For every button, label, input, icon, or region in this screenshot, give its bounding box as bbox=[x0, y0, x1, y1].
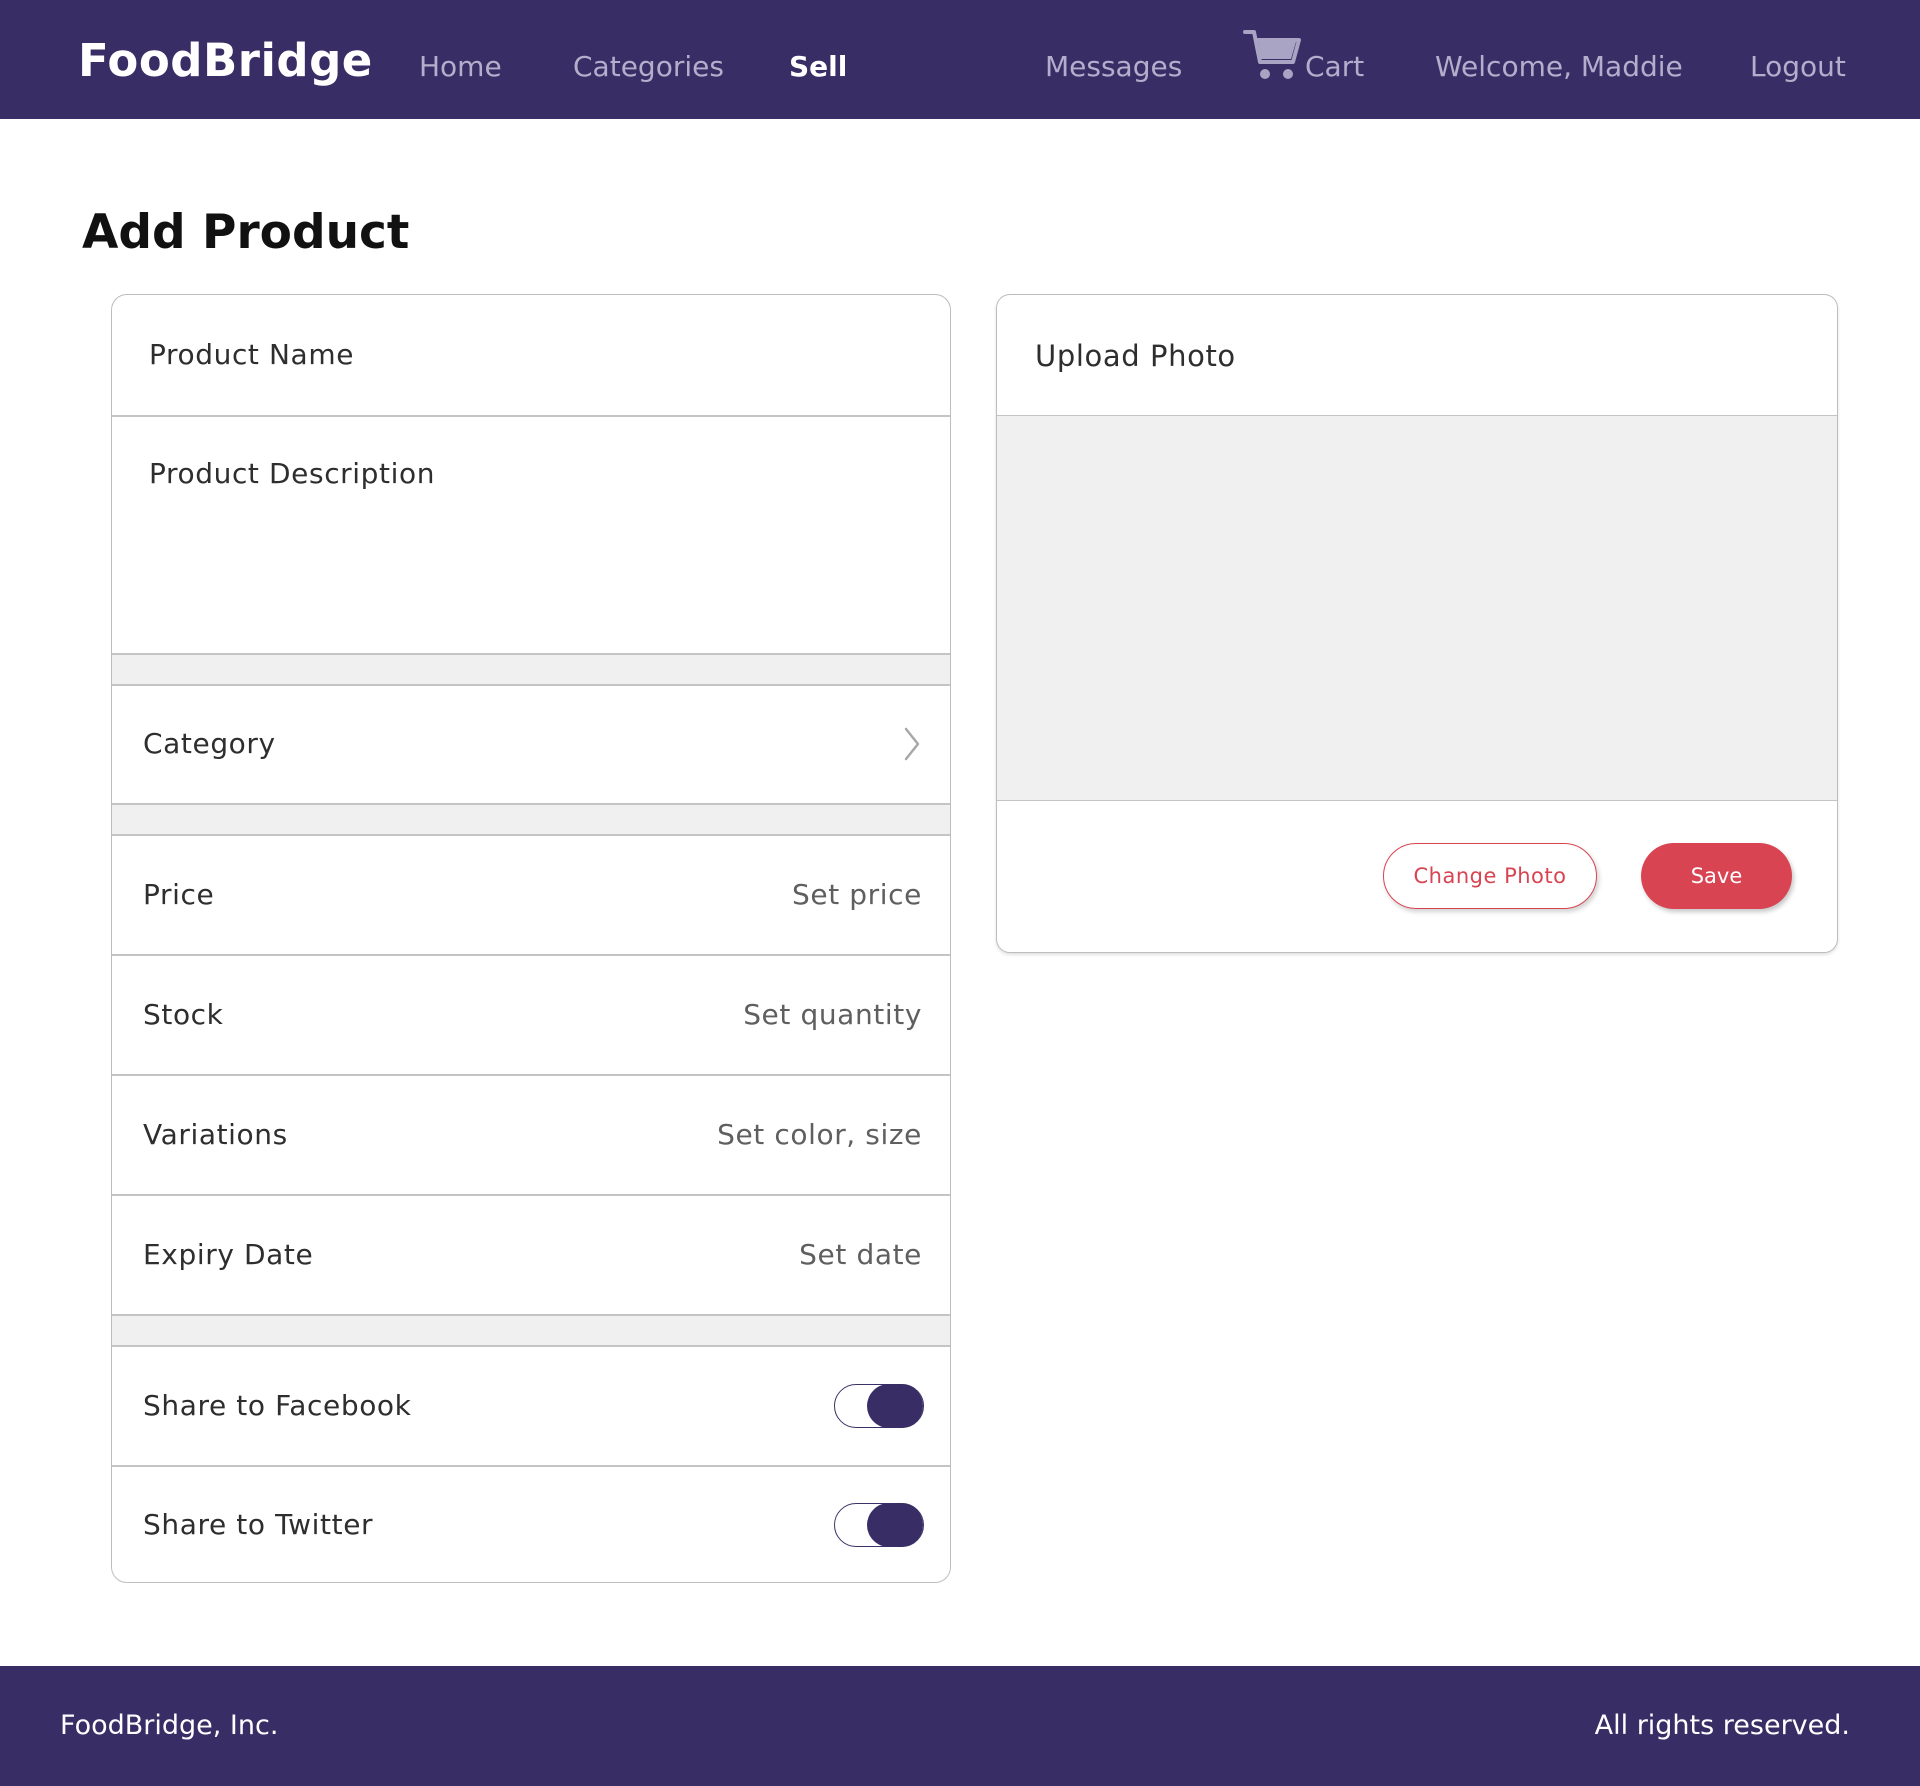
share-twitter-label: Share to Twitter bbox=[143, 1508, 374, 1541]
nav-categories[interactable]: Categories bbox=[573, 50, 724, 83]
category-label: Category bbox=[143, 727, 276, 760]
price-input[interactable]: Set price bbox=[792, 878, 922, 911]
footer-rights: All rights reserved. bbox=[1594, 1710, 1850, 1741]
variations-label: Variations bbox=[143, 1118, 288, 1151]
price-label: Price bbox=[143, 878, 215, 911]
nav-messages[interactable]: Messages bbox=[1045, 50, 1182, 83]
category-selector[interactable]: Category bbox=[112, 686, 950, 803]
toggle-knob bbox=[867, 1383, 923, 1428]
section-spacer bbox=[112, 1316, 950, 1346]
nav-welcome-user[interactable]: Welcome, Maddie bbox=[1435, 50, 1683, 83]
save-button[interactable]: Save bbox=[1641, 843, 1792, 909]
nav-sell[interactable]: Sell bbox=[789, 50, 847, 83]
shopping-cart-icon[interactable] bbox=[1243, 28, 1301, 82]
chevron-right-icon bbox=[904, 727, 920, 761]
top-nav-bar: FoodBridge Home Categories Sell Messages… bbox=[0, 0, 1920, 119]
nav-logout[interactable]: Logout bbox=[1750, 50, 1846, 83]
section-spacer bbox=[112, 655, 950, 685]
stock-input[interactable]: Set quantity bbox=[743, 998, 922, 1031]
share-twitter-row: Share to Twitter bbox=[112, 1467, 950, 1582]
variations-input[interactable]: Set color, size bbox=[717, 1118, 922, 1151]
nav-cart[interactable]: Cart bbox=[1305, 50, 1364, 83]
expiry-date-input[interactable]: Set date bbox=[799, 1238, 922, 1271]
nav-home[interactable]: Home bbox=[419, 50, 502, 83]
share-facebook-row: Share to Facebook bbox=[112, 1347, 950, 1465]
expiry-date-label: Expiry Date bbox=[143, 1238, 314, 1271]
change-photo-button[interactable]: Change Photo bbox=[1383, 843, 1597, 909]
toggle-knob bbox=[867, 1502, 923, 1547]
page-title: Add Product bbox=[82, 205, 410, 260]
variations-row[interactable]: Variations Set color, size bbox=[112, 1076, 950, 1194]
section-spacer bbox=[112, 805, 950, 835]
product-name-field[interactable]: Product Name bbox=[112, 295, 950, 415]
product-form-card: Product Name Product Description Categor… bbox=[111, 294, 951, 1583]
product-description-field[interactable]: Product Description bbox=[112, 417, 950, 653]
price-row[interactable]: Price Set price bbox=[112, 836, 950, 954]
product-description-placeholder: Product Description bbox=[149, 457, 436, 490]
share-facebook-label: Share to Facebook bbox=[143, 1389, 412, 1422]
stock-label: Stock bbox=[143, 998, 224, 1031]
footer-company: FoodBridge, Inc. bbox=[60, 1710, 279, 1741]
photo-dropzone[interactable] bbox=[997, 415, 1837, 801]
brand-logo[interactable]: FoodBridge bbox=[78, 34, 373, 87]
upload-photo-title: Upload Photo bbox=[1035, 339, 1236, 373]
stock-row[interactable]: Stock Set quantity bbox=[112, 956, 950, 1074]
share-twitter-toggle[interactable] bbox=[834, 1502, 924, 1547]
upload-photo-card: Upload Photo Change Photo Save bbox=[996, 294, 1838, 953]
footer: FoodBridge, Inc. All rights reserved. bbox=[0, 1666, 1920, 1786]
share-facebook-toggle[interactable] bbox=[834, 1383, 924, 1428]
product-name-placeholder: Product Name bbox=[149, 338, 355, 371]
expiry-date-row[interactable]: Expiry Date Set date bbox=[112, 1196, 950, 1314]
